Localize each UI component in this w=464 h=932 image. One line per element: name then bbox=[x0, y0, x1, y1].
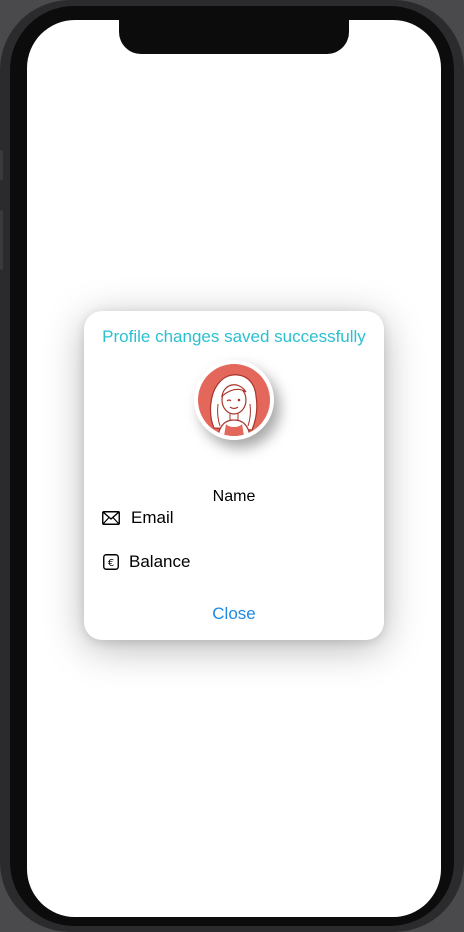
avatar-illustration bbox=[198, 364, 270, 436]
envelope-icon bbox=[101, 508, 121, 528]
phone-frame: Profile changes saved successfully Name … bbox=[0, 0, 464, 932]
euro-icon: € bbox=[101, 552, 121, 572]
balance-row: € Balance bbox=[101, 552, 190, 572]
avatar bbox=[194, 360, 274, 440]
screen: Profile changes saved successfully Name … bbox=[27, 20, 441, 917]
volume-up-button bbox=[0, 210, 3, 270]
balance-label: Balance bbox=[129, 552, 191, 571]
notch bbox=[119, 20, 349, 54]
email-label: Email bbox=[131, 508, 174, 527]
svg-text:€: € bbox=[108, 558, 114, 569]
email-row: Email bbox=[101, 508, 174, 528]
name-label: Name bbox=[212, 488, 256, 505]
success-message: Profile changes saved successfully bbox=[102, 327, 366, 346]
mute-switch bbox=[0, 150, 3, 180]
profile-saved-dialog: Profile changes saved successfully Name … bbox=[84, 311, 384, 640]
close-button[interactable]: Close bbox=[84, 604, 384, 624]
